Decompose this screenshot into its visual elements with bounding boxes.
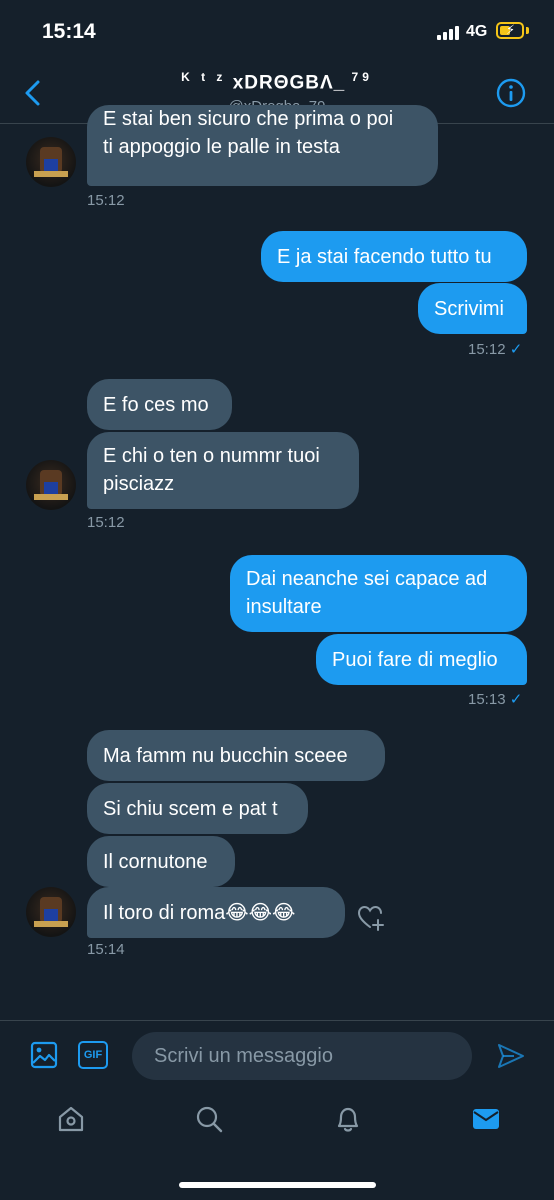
check-icon: ✓: [509, 691, 523, 708]
message-bubble-in[interactable]: Si chiu scem e pat t: [87, 783, 308, 834]
status-time: 15:14: [42, 20, 96, 43]
info-icon[interactable]: [496, 78, 526, 108]
message-bubble-in[interactable]: Il cornutone: [87, 836, 235, 887]
heart-plus-icon[interactable]: [356, 903, 386, 933]
message-bubble-out[interactable]: Dai neanche sei capace ad insultare: [230, 555, 527, 632]
timestamp-text: 15:12: [468, 341, 506, 358]
network-label: 4G: [466, 23, 488, 40]
avatar[interactable]: [26, 887, 76, 937]
title-main: xDRΘGBΛ_: [232, 72, 346, 94]
conversation-title[interactable]: K t z xDRΘGBΛ_ 79: [0, 70, 554, 94]
message-bubble-in[interactable]: E stai ben sicuro che prima o poi ti app…: [87, 105, 438, 186]
message-timestamp: 15:12 ✓: [468, 340, 522, 358]
message-bubble-in[interactable]: E fo ces mo: [87, 379, 232, 430]
message-timestamp: 15:14: [87, 941, 125, 958]
check-icon: ✓: [509, 341, 523, 358]
timestamp-text: 15:13: [468, 691, 506, 708]
status-bar: 15:14 4G ⚡: [0, 0, 554, 60]
search-icon[interactable]: [194, 1104, 224, 1134]
home-indicator: [179, 1182, 376, 1188]
home-icon[interactable]: [56, 1104, 86, 1134]
message-composer: GIF: [0, 1020, 554, 1092]
message-list[interactable]: E stai ben sicuro che prima o poi ti app…: [0, 105, 554, 1020]
signal-icon: [437, 26, 461, 40]
avatar[interactable]: [26, 137, 76, 187]
message-bubble-out[interactable]: E ja stai facendo tutto tu: [261, 231, 527, 282]
title-suffix: 79: [351, 70, 373, 84]
message-bubble-in[interactable]: Il toro di roma😂😂😂: [87, 887, 345, 938]
message-bubble-out[interactable]: Puoi fare di meglio: [316, 634, 527, 685]
messages-icon[interactable]: [471, 1104, 501, 1134]
message-timestamp: 15:13 ✓: [468, 690, 522, 708]
message-bubble-out[interactable]: Scrivimi: [418, 283, 527, 334]
message-bubble-in[interactable]: E chi o ten o nummr tuoi pisciazz: [87, 432, 359, 509]
message-input[interactable]: [132, 1032, 472, 1080]
message-timestamp: 15:12: [87, 192, 125, 209]
image-icon[interactable]: [30, 1041, 58, 1069]
gif-icon[interactable]: GIF: [78, 1041, 108, 1069]
notifications-icon[interactable]: [333, 1104, 363, 1134]
message-timestamp: 15:12: [87, 514, 125, 531]
message-bubble-in[interactable]: Ma famm nu bucchin sceee: [87, 730, 385, 781]
send-icon[interactable]: [496, 1041, 526, 1071]
title-prefix: K t z: [181, 70, 227, 84]
avatar[interactable]: [26, 460, 76, 510]
battery-icon: ⚡: [496, 22, 524, 39]
